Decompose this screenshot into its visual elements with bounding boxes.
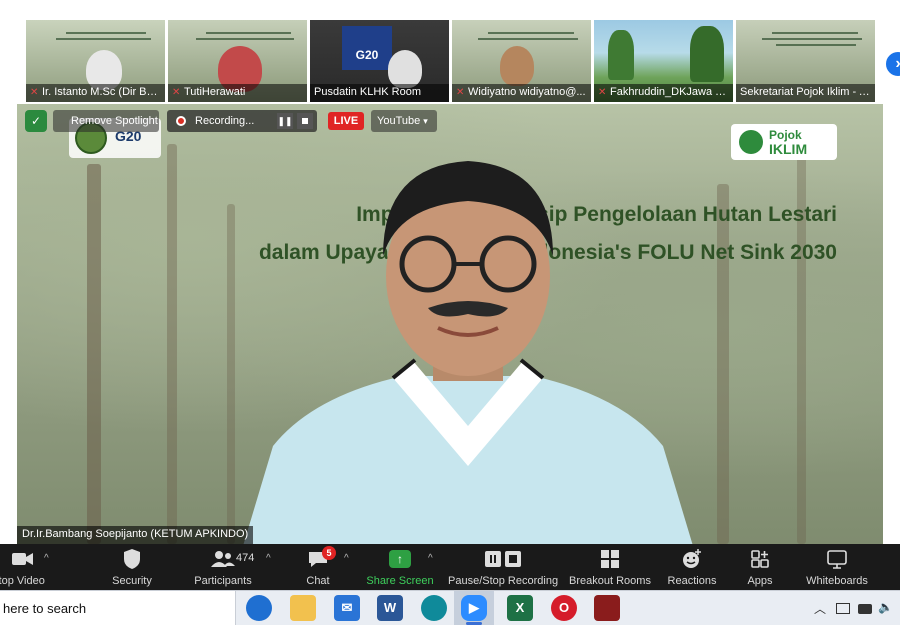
chat-button[interactable]: 5 Chat — [300, 544, 336, 590]
game-icon[interactable] — [594, 595, 620, 621]
participant-name: ✕ Fakhruddin_DKJawa Ti... — [594, 84, 733, 102]
participant-name: ✕ Widiyatno widiyatno@... — [452, 84, 591, 102]
shield-icon — [124, 549, 140, 569]
battery-icon[interactable] — [858, 604, 872, 614]
participant-thumbnail[interactable]: G20 Pusdatin KLHK Room — [310, 20, 449, 102]
zoom-meeting-window: ✕ Ir. Istanto M.Sc (Dir BU... ✕ TutiHerawa… — [0, 0, 900, 625]
reactions-button[interactable]: Reactions — [664, 544, 720, 590]
word-icon[interactable]: W — [377, 595, 403, 621]
edge-icon[interactable] — [246, 595, 272, 621]
speaker-figure — [243, 161, 693, 544]
speaker-name-tag: Dr.Ir.Bambang Soepijanto (KETUM APKINDO) — [17, 526, 254, 544]
recording-indicator: Recording... ❚❚ — [167, 110, 317, 132]
tray-overflow-icon[interactable]: ︿ — [814, 600, 826, 617]
whiteboard-icon — [827, 550, 847, 569]
g20-banner: G20 — [342, 26, 392, 70]
whiteboards-button[interactable]: Whiteboards — [802, 544, 872, 590]
chat-unread-badge: 5 — [322, 546, 336, 560]
apps-button[interactable]: Apps — [738, 544, 782, 590]
participant-thumbnail[interactable]: ✕ TutiHerawati — [168, 20, 307, 102]
remove-spotlight-button[interactable]: Remove Spotlight — [53, 110, 159, 132]
edge-browser-icon[interactable] — [421, 595, 447, 621]
mic-muted-icon: ✕ — [456, 87, 465, 98]
excel-icon[interactable]: X — [507, 595, 533, 621]
breakout-rooms-icon — [601, 550, 619, 568]
network-icon[interactable] — [836, 603, 850, 614]
pause-recording-icon[interactable]: ❚❚ — [277, 113, 293, 129]
mic-muted-icon: ✕ — [598, 87, 607, 98]
participants-button[interactable]: 474 Participants — [190, 544, 256, 590]
stop-recording-icon[interactable] — [297, 113, 313, 129]
recording-dot-icon — [176, 116, 186, 126]
next-page-arrow-icon[interactable]: › — [884, 50, 900, 78]
video-options-caret-icon[interactable]: ^ — [44, 553, 49, 564]
breakout-rooms-button[interactable]: Breakout Rooms — [568, 544, 652, 590]
mail-icon[interactable]: ✉ — [334, 595, 360, 621]
taskbar-search-box[interactable]: here to search — [0, 591, 236, 625]
opera-icon[interactable]: O — [551, 595, 577, 621]
live-badge: LIVE — [328, 112, 364, 130]
participant-name: Pusdatin KLHK Room — [310, 84, 449, 102]
meeting-toolbar: Stop Video ^ Security 474 Participants ^… — [0, 544, 900, 590]
pojok-iklim-logo: Pojok IKLIM — [731, 124, 837, 160]
share-screen-button[interactable]: ↑ Share Screen — [366, 544, 434, 590]
smiley-icon — [683, 549, 701, 568]
participant-name: ✕ TutiHerawati — [168, 84, 307, 102]
security-shield-icon[interactable]: ✓ — [25, 110, 47, 132]
volume-icon[interactable]: 🔈 — [878, 600, 893, 614]
share-arrow-icon: ↑ — [389, 550, 411, 568]
chat-caret-icon[interactable]: ^ — [344, 553, 349, 564]
youtube-stream-dropdown[interactable]: YouTube ▾ — [371, 110, 437, 132]
participant-thumbnail[interactable]: ✕ Widiyatno widiyatno@... — [452, 20, 591, 102]
pause-stop-recording-button[interactable]: Pause/Stop Recording — [448, 544, 558, 590]
share-caret-icon[interactable]: ^ — [428, 553, 433, 564]
windows-taskbar: here to search ✉ W ▶ X O ︿ 🔈 — [0, 590, 900, 625]
participant-name: ✕ Ir. Istanto M.Sc (Dir BU... — [26, 84, 165, 102]
stop-video-button[interactable]: Stop Video — [0, 544, 46, 590]
main-speaker-video: G20 Pojok IKLIM Implementasi Prinsip Pen… — [17, 104, 883, 544]
apps-icon — [751, 550, 769, 568]
mic-muted-icon: ✕ — [172, 87, 181, 98]
participant-thumbnail-strip: ✕ Ir. Istanto M.Sc (Dir BU... ✕ TutiHerawa… — [0, 0, 900, 103]
explorer-icon[interactable] — [290, 595, 316, 621]
security-button[interactable]: Security — [106, 544, 158, 590]
mic-muted-icon: ✕ — [30, 87, 39, 98]
participant-thumbnail[interactable]: Sekretariat Pojok Iklim - A... — [736, 20, 875, 102]
video-camera-icon — [12, 553, 33, 565]
participant-thumbnail[interactable]: ✕ Fakhruddin_DKJawa Ti... — [594, 20, 733, 102]
zoom-icon[interactable]: ▶ — [461, 595, 487, 621]
participants-icon — [211, 551, 235, 567]
participants-caret-icon[interactable]: ^ — [266, 553, 271, 564]
participant-thumbnail[interactable]: ✕ Ir. Istanto M.Sc (Dir BU... — [26, 20, 165, 102]
pause-stop-icon — [485, 551, 521, 567]
participant-name: Sekretariat Pojok Iklim - A... — [736, 84, 875, 102]
